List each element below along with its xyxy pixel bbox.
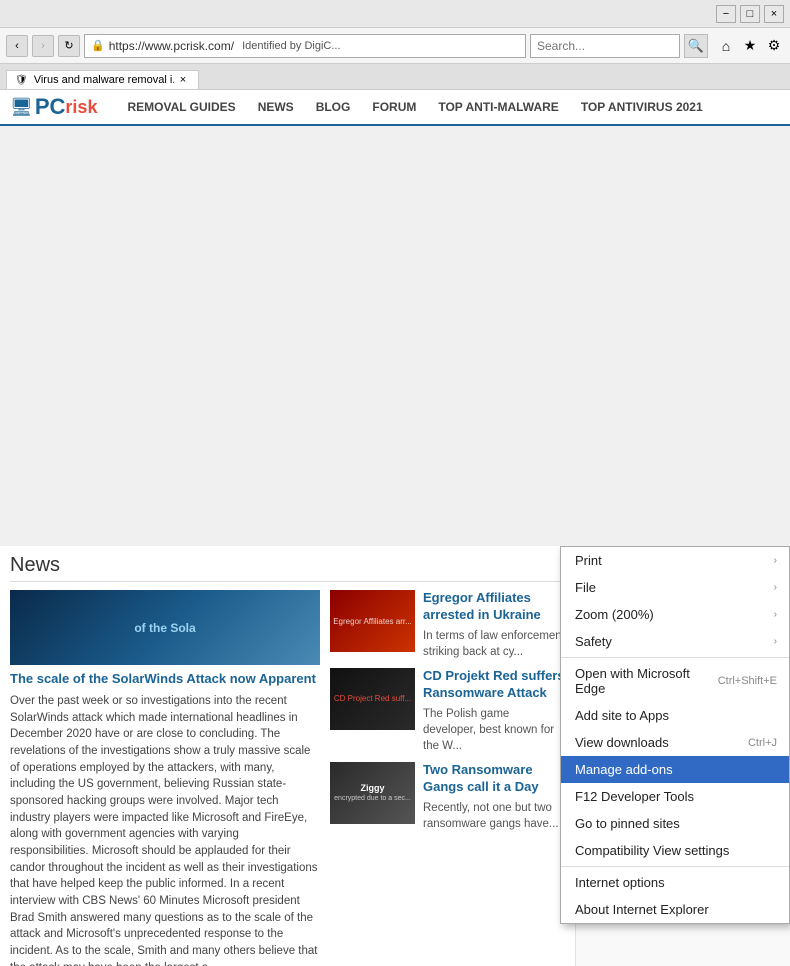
window-titlebar: − □ ×	[0, 0, 790, 28]
url-text: https://www.pcrisk.com/	[109, 39, 234, 53]
site-logo: 🖥 PC risk	[10, 94, 97, 120]
article-egregor: Egregor Affiliates arr... Egregor Affili…	[330, 590, 565, 660]
active-tab[interactable]: 🛡 Virus and malware removal i... ×	[6, 70, 199, 89]
menu-arrow-zoom: ›	[774, 609, 777, 620]
menu-item-view-downloads[interactable]: View downloads Ctrl+J	[561, 729, 789, 756]
thumb-egregor: Egregor Affiliates arr...	[330, 590, 415, 652]
close-button[interactable]: ×	[764, 5, 784, 23]
nav-forum[interactable]: FORUM	[362, 95, 426, 119]
shortcut-open-edge: Ctrl+Shift+E	[718, 675, 777, 687]
article-ransomware: Ziggy encrypted due to a sec... Two Rans…	[330, 762, 565, 832]
article-cdprojekt: CD Project Red suff... CD Projekt Red su…	[330, 668, 565, 754]
title-ransomware[interactable]: Two Ransomware Gangs call it a Day	[423, 762, 565, 796]
nav-links: REMOVAL GUIDES NEWS BLOG FORUM TOP ANTI-…	[117, 95, 712, 119]
favorites-icon[interactable]: ★	[740, 36, 760, 56]
shortcut-downloads: Ctrl+J	[748, 737, 777, 749]
tab-label: Virus and malware removal i...	[34, 74, 174, 86]
tools-icon[interactable]: ⚙	[764, 36, 784, 56]
news-section-heading: News	[10, 554, 565, 582]
tab-favicon: 🛡	[15, 75, 28, 86]
lock-icon: 🔒	[91, 39, 105, 52]
menu-arrow-file: ›	[774, 582, 777, 593]
logo-monitor-icon: 🖥	[10, 97, 33, 118]
articles-container: of the Sola The scale of the SolarWinds …	[10, 590, 565, 966]
search-go-button[interactable]: 🔍	[684, 34, 708, 58]
maximize-button[interactable]: □	[740, 5, 760, 23]
menu-item-f12[interactable]: F12 Developer Tools	[561, 783, 789, 810]
menu-item-add-apps[interactable]: Add site to Apps	[561, 702, 789, 729]
menu-arrow-safety: ›	[774, 636, 777, 647]
thumb-cdprojekt: CD Project Red suff...	[330, 668, 415, 730]
main-article-thumb-text: of the Sola	[134, 621, 195, 635]
main-article-body: Over the past week or so investigations …	[10, 693, 320, 966]
menu-separator-2	[561, 866, 789, 867]
menu-item-about-ie[interactable]: About Internet Explorer	[561, 896, 789, 923]
main-article-title[interactable]: The scale of the SolarWinds Attack now A…	[10, 671, 320, 688]
nav-news[interactable]: NEWS	[248, 95, 304, 119]
nav-removal-guides[interactable]: REMOVAL GUIDES	[117, 95, 245, 119]
minimize-button[interactable]: −	[716, 5, 736, 23]
menu-item-print[interactable]: Print ›	[561, 547, 789, 574]
nav-blog[interactable]: BLOG	[306, 95, 361, 119]
content-area: News of the Sola The scale of the SolarW…	[0, 546, 790, 966]
tab-close-button[interactable]: ×	[180, 74, 186, 86]
excerpt-cdprojekt: The Polish game developer, best known fo…	[423, 706, 565, 754]
menu-item-safety[interactable]: Safety ›	[561, 628, 789, 655]
logo-pc: PC	[35, 94, 66, 120]
context-menu: Print › File › Zoom (200%) › Safety › Op…	[560, 546, 790, 924]
menu-arrow-print: ›	[774, 555, 777, 566]
thumb-ransomware: Ziggy encrypted due to a sec...	[330, 762, 415, 824]
nav-top-antimalware[interactable]: TOP ANTI-MALWARE	[428, 95, 568, 119]
back-button[interactable]: ‹	[6, 35, 28, 57]
tab-bar: 🛡 Virus and malware removal i... ×	[0, 64, 790, 90]
menu-item-compat-view[interactable]: Compatibility View settings	[561, 837, 789, 864]
menu-item-file[interactable]: File ›	[561, 574, 789, 601]
main-article: of the Sola The scale of the SolarWinds …	[10, 590, 320, 966]
excerpt-ransomware: Recently, not one but two ransomware gan…	[423, 800, 565, 832]
home-icon[interactable]: ⌂	[716, 36, 736, 56]
identified-by-text: Identified by DigiC...	[242, 40, 340, 52]
menu-item-zoom[interactable]: Zoom (200%) ›	[561, 601, 789, 628]
reload-button[interactable]: ↻	[58, 35, 80, 57]
logo-risk: risk	[65, 97, 97, 118]
menu-separator-1	[561, 657, 789, 658]
menu-item-manage-addons[interactable]: Manage add-ons	[561, 756, 789, 783]
address-input-container[interactable]: 🔒 https://www.pcrisk.com/ Identified by …	[84, 34, 526, 58]
address-bar: ‹ › ↻ 🔒 https://www.pcrisk.com/ Identifi…	[0, 28, 790, 64]
nav-top-antivirus[interactable]: TOP ANTIVIRUS 2021	[571, 95, 713, 119]
side-articles: Egregor Affiliates arr... Egregor Affili…	[330, 590, 565, 966]
menu-item-internet-options[interactable]: Internet options	[561, 869, 789, 896]
main-content: News of the Sola The scale of the SolarW…	[0, 126, 790, 546]
forward-button[interactable]: ›	[32, 35, 54, 57]
title-egregor[interactable]: Egregor Affiliates arrested in Ukraine	[423, 590, 565, 624]
excerpt-egregor: In terms of law enforcement striking bac…	[423, 628, 565, 660]
articles-panel: News of the Sola The scale of the SolarW…	[0, 546, 575, 966]
menu-item-pinned-sites[interactable]: Go to pinned sites	[561, 810, 789, 837]
search-input[interactable]	[530, 34, 680, 58]
menu-item-open-edge[interactable]: Open with Microsoft Edge Ctrl+Shift+E	[561, 660, 789, 702]
title-cdprojekt[interactable]: CD Projekt Red suffers Ransomware Attack	[423, 668, 565, 702]
site-navbar: 🖥 PC risk REMOVAL GUIDES NEWS BLOG FORUM…	[0, 90, 790, 126]
main-article-thumb: of the Sola	[10, 590, 320, 665]
